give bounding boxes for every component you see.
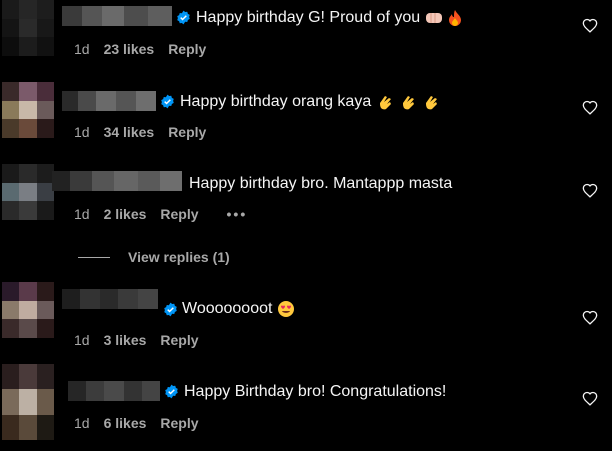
comment-age: 1d	[74, 41, 90, 57]
likes-count[interactable]: 3 likes	[104, 331, 147, 349]
comment-text-body: Happy birthday bro. Mantappp masta	[189, 175, 453, 192]
fire-emoji-icon	[449, 9, 462, 26]
clap-emoji-icon	[380, 95, 392, 110]
comment-meta: 1d 6 likes Reply	[74, 414, 199, 432]
avatar[interactable]	[2, 0, 54, 56]
view-replies-button[interactable]: View replies (1)	[78, 249, 230, 265]
comment-age: 1d	[74, 415, 90, 431]
likes-count[interactable]: 23 likes	[104, 40, 155, 58]
comment-text-body: Happy Birthday bro! Congratulations!	[184, 383, 447, 400]
verified-badge-icon	[165, 384, 178, 399]
verified-badge-icon	[161, 94, 174, 109]
heart-outline-icon[interactable]	[582, 183, 598, 198]
avatar[interactable]	[2, 164, 54, 220]
comment-meta: 1d 2 likes Reply •••	[74, 205, 247, 223]
comment-age: 1d	[74, 206, 90, 222]
comment-age: 1d	[74, 332, 90, 348]
avatar[interactable]	[2, 364, 54, 440]
comment-text-body: Happy birthday G! Proud of you	[196, 9, 421, 26]
clap-emoji-icon	[403, 95, 415, 110]
reply-button[interactable]: Reply	[160, 331, 198, 349]
verified-badge-icon	[177, 10, 190, 25]
clap-emoji-icon	[426, 95, 438, 110]
blurred-username[interactable]	[62, 6, 172, 26]
reply-button[interactable]: Reply	[168, 40, 206, 58]
reply-button[interactable]: Reply	[168, 123, 206, 141]
fist-bump-emoji-icon	[426, 12, 443, 23]
view-replies-label: View replies (1)	[128, 249, 230, 265]
comment-text: Woooooooot	[182, 299, 295, 319]
more-options-icon[interactable]: •••	[227, 205, 248, 223]
reply-button[interactable]: Reply	[160, 414, 198, 432]
verified-badge-icon	[164, 302, 177, 317]
heart-outline-icon[interactable]	[582, 310, 598, 325]
comment-text: Happy Birthday bro! Congratulations!	[184, 382, 446, 402]
comment-meta: 1d 34 likes Reply	[74, 123, 206, 141]
avatar[interactable]	[2, 282, 54, 338]
comment-meta: 1d 3 likes Reply	[74, 331, 199, 349]
heart-eyes-emoji-icon	[278, 300, 295, 317]
blurred-username[interactable]	[68, 381, 160, 401]
comment-text: Happy birthday bro. Mantappp masta	[189, 174, 452, 194]
likes-count[interactable]: 2 likes	[104, 205, 147, 223]
comment-age: 1d	[74, 124, 90, 140]
likes-count[interactable]: 34 likes	[104, 123, 155, 141]
blurred-username[interactable]	[62, 91, 156, 111]
reply-button[interactable]: Reply	[160, 205, 198, 223]
comment-text-body: Happy birthday orang kaya	[180, 93, 372, 110]
heart-outline-icon[interactable]	[582, 391, 598, 406]
likes-count[interactable]: 6 likes	[104, 414, 147, 432]
divider-line	[78, 256, 110, 258]
blurred-username[interactable]	[62, 289, 158, 309]
comment-text: Happy birthday G! Proud of you	[196, 8, 462, 28]
comment-text: Happy birthday orang kaya	[180, 92, 440, 112]
heart-outline-icon[interactable]	[582, 100, 598, 115]
avatar[interactable]	[2, 82, 54, 138]
comment-meta: 1d 23 likes Reply	[74, 40, 206, 58]
comment-text-body: Woooooooot	[182, 300, 273, 317]
blurred-username[interactable]	[52, 171, 182, 191]
heart-outline-icon[interactable]	[582, 18, 598, 33]
